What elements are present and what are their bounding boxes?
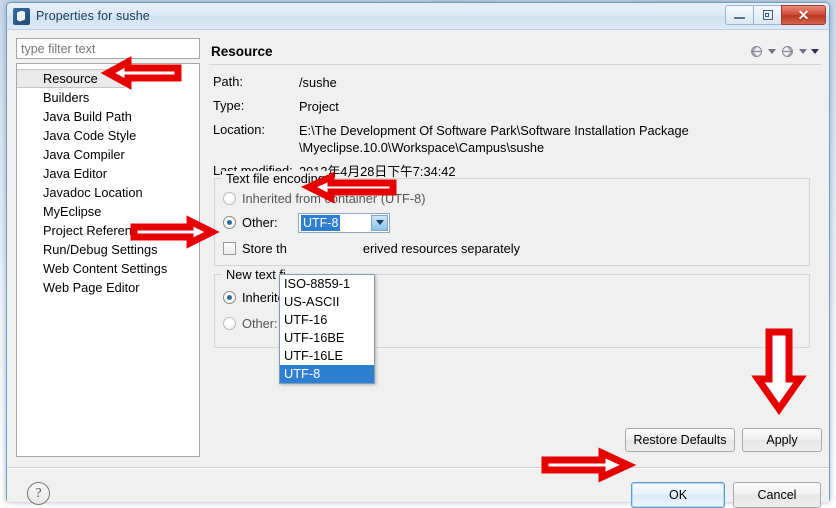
cancel-button[interactable]: Cancel xyxy=(733,482,821,508)
back-arrow-icon[interactable] xyxy=(749,44,764,59)
sidebar-item-java-compiler[interactable]: Java Compiler xyxy=(17,145,199,164)
info-label: Location: xyxy=(213,122,265,137)
view-menu-icon[interactable] xyxy=(811,49,819,54)
sidebar-item-builders[interactable]: Builders xyxy=(17,88,199,107)
back-dropdown-icon[interactable] xyxy=(768,49,776,54)
dropdown-option-selected[interactable]: UTF-8 xyxy=(280,365,374,383)
store-derived-row[interactable]: Store th erived resources separately xyxy=(223,238,809,259)
window-title: Properties for sushe xyxy=(36,9,150,23)
newfile-other-label: Other: xyxy=(242,316,278,331)
footer-divider-highlight xyxy=(7,468,829,469)
restore-button[interactable] xyxy=(753,5,782,25)
arrow-pointing-to-resource xyxy=(100,56,182,90)
forward-arrow-icon[interactable] xyxy=(780,44,795,59)
title-divider xyxy=(209,64,821,65)
info-row-type: Type: Project xyxy=(213,98,813,115)
info-value: /sushe xyxy=(299,75,337,90)
settings-tree[interactable]: Resource Builders Java Build Path Java C… xyxy=(16,63,200,457)
sidebar-item-java-editor[interactable]: Java Editor xyxy=(17,164,199,183)
sidebar-item-java-build-path[interactable]: Java Build Path xyxy=(17,107,199,126)
restore-icon xyxy=(762,10,773,20)
window-controls: ✕ xyxy=(725,5,826,25)
minimize-button[interactable] xyxy=(725,5,754,25)
dialog-body: Resource Builders Java Build Path Java C… xyxy=(7,30,829,508)
info-value: Project xyxy=(299,99,339,114)
info-row-path: Path: /sushe xyxy=(213,74,813,91)
sidebar-item-java-code-style[interactable]: Java Code Style xyxy=(17,126,199,145)
help-icon[interactable]: ? xyxy=(27,482,50,505)
store-derived-label-before: Store th xyxy=(242,241,287,256)
encoding-inherited-radio[interactable] xyxy=(223,192,236,205)
arrow-pointing-to-apply xyxy=(751,327,807,416)
dropdown-option[interactable]: ISO-8859-1 xyxy=(280,275,374,293)
encoding-combo-value: UTF-8 xyxy=(301,214,341,231)
encoding-dropdown-list[interactable]: ISO-8859-1 US-ASCII UTF-16 UTF-16BE UTF-… xyxy=(279,274,375,384)
arrow-pointing-to-text-file-encoding xyxy=(300,171,397,204)
sidebar-item-javadoc-location[interactable]: Javadoc Location xyxy=(17,183,199,202)
newfile-inherited-radio[interactable] xyxy=(223,291,236,304)
page-title: Resource xyxy=(211,44,273,59)
close-button[interactable]: ✕ xyxy=(781,5,826,25)
apply-button[interactable]: Apply xyxy=(742,428,822,452)
minimize-icon xyxy=(734,17,745,19)
encoding-other-label: Other: xyxy=(242,215,278,230)
sidebar-item-web-content-settings[interactable]: Web Content Settings xyxy=(17,259,199,278)
dropdown-option[interactable]: US-ASCII xyxy=(280,293,374,311)
resource-settings-page: Resource Path: /sushe Type: Project Loca… xyxy=(207,38,823,458)
newfile-other-radio[interactable] xyxy=(223,317,236,330)
info-label: Type: xyxy=(213,98,245,113)
title-bar: Properties for sushe ✕ xyxy=(7,3,829,30)
filter-input[interactable] xyxy=(16,38,200,59)
arrow-pointing-to-other-radio xyxy=(130,215,220,249)
dropdown-option[interactable]: UTF-16LE xyxy=(280,347,374,365)
dropdown-option[interactable]: UTF-16BE xyxy=(280,329,374,347)
page-navigation-bar xyxy=(749,44,819,59)
dropdown-option[interactable]: UTF-16 xyxy=(280,311,374,329)
info-label: Path: xyxy=(213,74,243,89)
store-derived-label-after: erived resources separately xyxy=(362,241,521,256)
encoding-other-radio[interactable] xyxy=(223,216,236,229)
properties-window-icon xyxy=(13,7,30,25)
store-derived-checkbox[interactable] xyxy=(223,242,236,255)
text-file-encoding-group: Text file encoding Inherited from contai… xyxy=(214,171,810,266)
forward-dropdown-icon[interactable] xyxy=(799,49,807,54)
info-value: E:\The Development Of Software Park\Soft… xyxy=(299,123,689,155)
encoding-other-row[interactable]: Other: UTF-8 xyxy=(223,212,809,233)
settings-navigation-pane: Resource Builders Java Build Path Java C… xyxy=(16,38,200,458)
chevron-down-icon[interactable] xyxy=(371,214,388,231)
ok-button[interactable]: OK xyxy=(631,482,725,508)
sidebar-item-web-page-editor[interactable]: Web Page Editor xyxy=(17,278,199,297)
close-icon: ✕ xyxy=(797,7,810,23)
info-row-location: Location: E:\The Development Of Software… xyxy=(213,122,813,156)
restore-defaults-button[interactable]: Restore Defaults xyxy=(625,428,735,452)
arrow-pointing-to-ok xyxy=(540,447,637,483)
encoding-combo[interactable]: UTF-8 xyxy=(298,212,390,233)
